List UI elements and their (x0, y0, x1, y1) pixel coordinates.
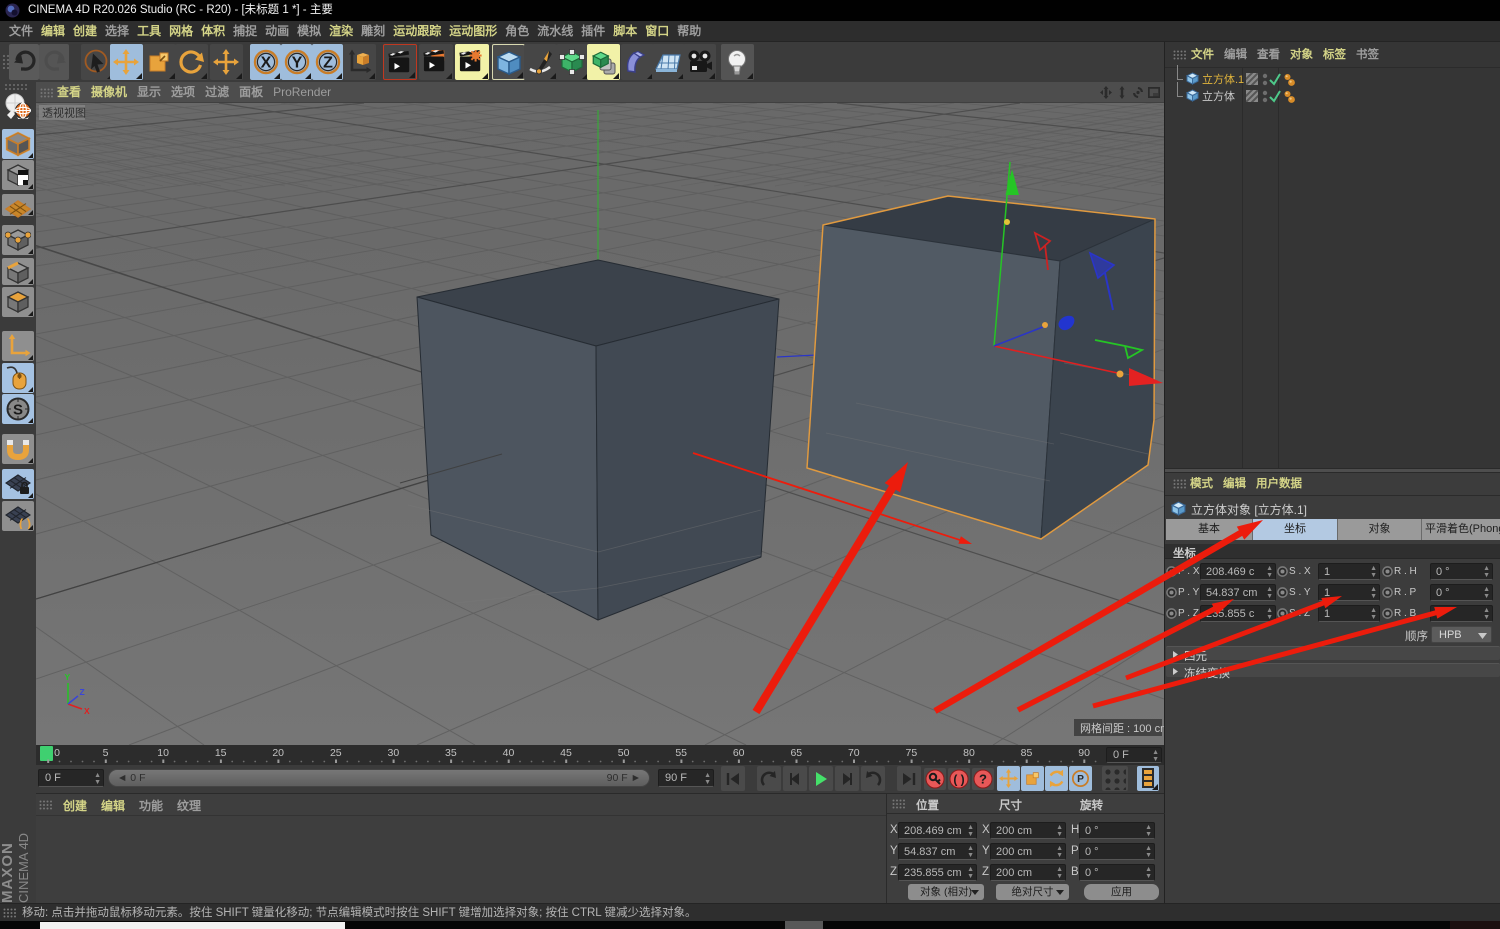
svg-text:?: ? (979, 772, 987, 787)
svg-text:20: 20 (272, 747, 284, 759)
svg-text:75: 75 (906, 747, 918, 759)
svg-text:70: 70 (848, 747, 860, 759)
svg-text:Y: Y (292, 55, 303, 72)
svg-text:Z: Z (323, 55, 333, 72)
svg-text:Y: Y (65, 672, 71, 682)
svg-text:45: 45 (560, 747, 572, 759)
svg-text:5: 5 (103, 747, 109, 759)
svg-text:65: 65 (790, 747, 802, 759)
svg-text:X: X (84, 706, 90, 716)
svg-text:15: 15 (215, 747, 227, 759)
svg-text:60: 60 (733, 747, 745, 759)
svg-text:55: 55 (675, 747, 687, 759)
svg-text:( ): ( ) (953, 773, 964, 787)
svg-text:网格间距 : 100 cm: 网格间距 : 100 cm (1080, 721, 1164, 735)
svg-text:0: 0 (54, 747, 60, 759)
svg-text:P: P (1077, 774, 1084, 785)
svg-text:40: 40 (503, 747, 515, 759)
svg-text:30: 30 (388, 747, 400, 759)
svg-text:透视视图: 透视视图 (42, 106, 86, 120)
svg-text:10: 10 (157, 747, 169, 759)
svg-text:35: 35 (445, 747, 457, 759)
svg-text:25: 25 (330, 747, 342, 759)
svg-text:85: 85 (1021, 747, 1033, 759)
svg-text:50: 50 (618, 747, 630, 759)
svg-text:X: X (261, 55, 272, 72)
svg-text:80: 80 (963, 747, 975, 759)
svg-text:90: 90 (1078, 747, 1090, 759)
svg-text:Z: Z (80, 687, 85, 697)
